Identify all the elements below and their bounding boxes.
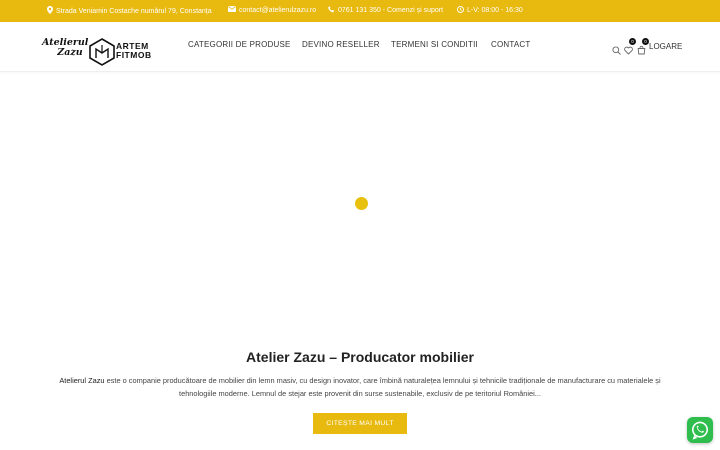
phone-link[interactable]: 0761 131 350 - Comenzi și suport: [338, 7, 443, 14]
login-link[interactable]: LOGARE: [649, 42, 682, 51]
email-info[interactable]: contact@atelierulzazu.ro: [228, 6, 316, 14]
whatsapp-icon: [692, 421, 708, 440]
phone-icon: [328, 6, 335, 15]
cart-icon: [637, 45, 646, 55]
map-marker-icon: [47, 6, 53, 16]
intro-brand-name: Atelierul Zazu: [59, 376, 105, 385]
logo-script: Atelierul Zazu: [42, 37, 89, 58]
site-logo[interactable]: Atelierul Zazu ARTEM FITMOB: [42, 36, 155, 68]
page-title: Atelier Zazu – Producator mobilier: [246, 349, 474, 365]
nav-item-contact[interactable]: CONTACT: [491, 40, 530, 49]
top-info-bar: Strada Veniamin Costache numărul 79, Con…: [0, 0, 720, 22]
wishlist-button[interactable]: 0: [624, 38, 636, 60]
loading-indicator: [355, 197, 368, 210]
nav-item-categorii[interactable]: CATEGORII DE PRODUSE: [188, 40, 291, 49]
logo-hexagon-icon: [89, 38, 115, 66]
read-more-button[interactable]: CITEȘTE MAI MULT: [313, 413, 407, 434]
email-link[interactable]: contact@atelierulzazu.ro: [239, 7, 316, 14]
nav-item-reseller[interactable]: DEVINO RESELLER: [302, 40, 380, 49]
address-info: Strada Veniamin Costache numărul 79, Con…: [47, 6, 212, 16]
phone-info[interactable]: 0761 131 350 - Comenzi și suport: [328, 6, 443, 15]
wishlist-count-badge: 0: [629, 38, 636, 45]
address-text: Strada Veniamin Costache numărul 79, Con…: [56, 7, 212, 15]
hours-text: L-V: 08:00 - 16:30: [467, 7, 523, 14]
clock-icon: [457, 6, 464, 15]
cart-count-badge: 0: [642, 38, 649, 45]
intro-paragraph: Atelierul Zazu este o companie producăto…: [50, 375, 670, 400]
site-header: Atelierul Zazu ARTEM FITMOB CATEGORII DE…: [0, 22, 720, 72]
whatsapp-button[interactable]: [687, 417, 713, 443]
hours-info: L-V: 08:00 - 16:30: [457, 6, 523, 15]
intro-text: este o companie producătoare de mobilier…: [104, 376, 661, 398]
cart-button[interactable]: 0: [637, 38, 649, 60]
logo-brand: ARTEM FITMOB: [116, 41, 152, 60]
heart-icon: [624, 46, 633, 55]
envelope-icon: [228, 6, 236, 14]
search-icon[interactable]: [612, 42, 621, 60]
nav-item-termeni[interactable]: TERMENI SI CONDITII: [391, 40, 478, 49]
